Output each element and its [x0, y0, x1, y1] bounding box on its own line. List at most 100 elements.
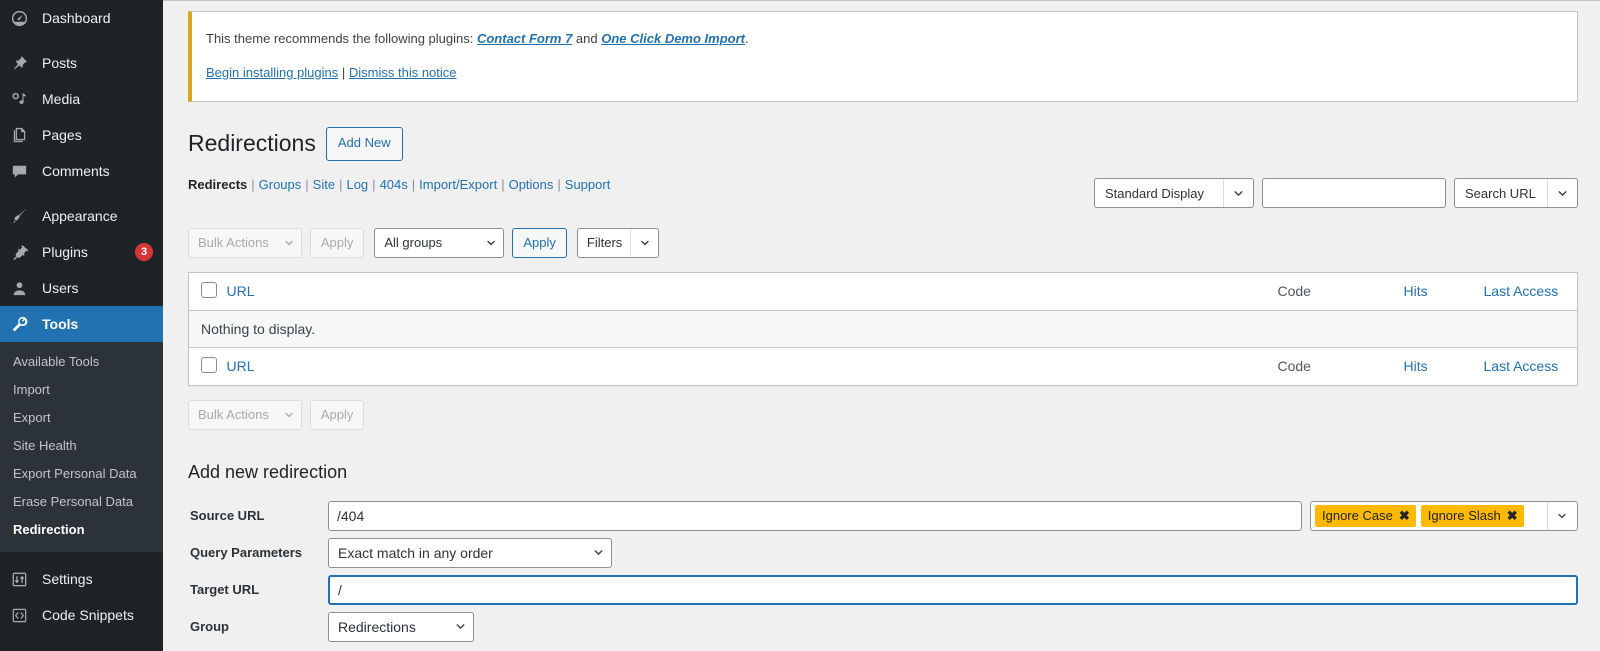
- sidebar-subitem-site-health[interactable]: Site Health: [0, 432, 163, 460]
- search-input[interactable]: [1262, 178, 1446, 208]
- subnav-site[interactable]: Site: [313, 177, 335, 192]
- column-url-top[interactable]: URL: [226, 272, 1278, 311]
- wp-admin-screen: Dashboard Posts Media Pages Comments App…: [0, 0, 1600, 651]
- column-last-access-top[interactable]: Last Access: [1483, 272, 1578, 311]
- column-url-label: URL: [226, 283, 255, 300]
- sidebar-item-label: Pages: [42, 127, 82, 143]
- close-icon[interactable]: ✖: [1399, 508, 1410, 524]
- group-filter-value: All groups: [384, 235, 443, 251]
- column-code-label: Code: [1277, 283, 1311, 300]
- sidebar-item-settings[interactable]: Settings: [0, 561, 163, 597]
- sidebar-item-plugins[interactable]: Plugins 3: [0, 234, 163, 270]
- notice-text-before: This theme recommends the following plug…: [206, 31, 477, 46]
- sidebar-subitem-available-tools[interactable]: Available Tools: [0, 348, 163, 376]
- wrench-icon: [10, 314, 36, 334]
- subnav-import-export[interactable]: Import/Export: [419, 177, 497, 192]
- apply-button-bottom[interactable]: Apply: [309, 399, 365, 430]
- sidebar-item-users[interactable]: Users: [0, 270, 163, 306]
- contact-form-7-link[interactable]: Contact Form 7: [477, 31, 572, 46]
- subnav-support[interactable]: Support: [565, 177, 611, 192]
- column-last-access-label: Last Access: [1483, 283, 1559, 300]
- comments-icon: [10, 161, 36, 181]
- chevron-down-icon: [454, 620, 467, 633]
- subnav-divider: |: [339, 176, 343, 192]
- query-parameters-select[interactable]: Exact match in any order: [328, 537, 612, 568]
- bulk-actions-select-bottom[interactable]: Bulk Actions: [188, 399, 302, 430]
- column-url-bottom[interactable]: URL: [226, 346, 1278, 386]
- sidebar-subitem-redirection[interactable]: Redirection: [0, 516, 163, 544]
- sidebar-item-code-snippets[interactable]: Code Snippets: [0, 597, 163, 633]
- dismiss-this-notice-link[interactable]: Dismiss this notice: [349, 65, 457, 80]
- sidebar-subitem-export-personal-data[interactable]: Export Personal Data: [0, 460, 163, 488]
- sidebar-subitem-export[interactable]: Export: [0, 404, 163, 432]
- subnav-options[interactable]: Options: [509, 177, 554, 192]
- column-last-access-bottom[interactable]: Last Access: [1483, 346, 1578, 386]
- chevron-down-icon: [277, 237, 301, 249]
- sidebar-subitem-import[interactable]: Import: [0, 376, 163, 404]
- table-empty-row: Nothing to display.: [188, 310, 1578, 348]
- table-nav-top: Bulk Actions Apply All groups Apply Filt…: [188, 227, 1578, 258]
- display-mode-select[interactable]: Standard Display: [1094, 178, 1254, 208]
- flag-ignore-slash[interactable]: Ignore Slash ✖: [1420, 504, 1524, 527]
- begin-installing-plugins-link[interactable]: Begin installing plugins: [206, 65, 338, 80]
- sidebar-item-posts[interactable]: Posts: [0, 45, 163, 81]
- apply-filter-button[interactable]: Apply: [512, 227, 567, 258]
- add-redirection-title: Add new redirection: [188, 461, 348, 482]
- column-code-bottom: Code: [1277, 346, 1404, 386]
- select-all-cell-top: [188, 272, 227, 311]
- sidebar-item-pages[interactable]: Pages: [0, 117, 163, 153]
- sidebar-item-dashboard[interactable]: Dashboard: [0, 0, 163, 36]
- sidebar-item-appearance[interactable]: Appearance: [0, 198, 163, 234]
- flag-label: Ignore Slash: [1427, 508, 1501, 524]
- sidebar-item-label: Code Snippets: [42, 607, 134, 623]
- notice-actions: Begin installing plugins | Dismiss this …: [206, 56, 1565, 90]
- column-hits-bottom[interactable]: Hits: [1403, 346, 1484, 386]
- bulk-actions-select-top[interactable]: Bulk Actions: [188, 227, 302, 258]
- notice-text-mid: and: [572, 31, 602, 46]
- select-all-checkbox-bottom[interactable]: [201, 356, 217, 373]
- subnav-divider: |: [372, 176, 376, 192]
- search-type-select[interactable]: Search URL: [1454, 178, 1578, 208]
- close-icon[interactable]: ✖: [1507, 508, 1518, 524]
- subnav-404s[interactable]: 404s: [380, 177, 408, 192]
- subnav-divider: |: [305, 176, 309, 192]
- flag-ignore-case[interactable]: Ignore Case ✖: [1315, 504, 1416, 527]
- source-url-label: Source URL: [190, 508, 265, 524]
- brush-icon: [10, 206, 36, 226]
- source-url-input[interactable]: [328, 500, 1302, 531]
- add-new-button[interactable]: Add New: [325, 127, 403, 161]
- sidebar-subitem-erase-personal-data[interactable]: Erase Personal Data: [0, 488, 163, 516]
- subnav-log[interactable]: Log: [346, 177, 368, 192]
- plug-icon: [10, 242, 36, 262]
- subnav-groups[interactable]: Groups: [259, 177, 302, 192]
- subnav-divider: |: [411, 176, 416, 192]
- sidebar-item-label: Users: [42, 280, 79, 296]
- select-all-checkbox-top[interactable]: [201, 281, 217, 298]
- group-select[interactable]: Redirections: [328, 611, 474, 642]
- sidebar-item-tools[interactable]: Tools: [0, 306, 163, 342]
- filters-select[interactable]: Filters: [576, 227, 660, 258]
- subnav-redirects[interactable]: Redirects: [188, 177, 247, 192]
- source-flags-field[interactable]: Ignore Case ✖ Ignore Slash ✖: [1310, 500, 1578, 531]
- column-hits-label: Hits: [1403, 358, 1428, 375]
- group-filter-select[interactable]: All groups: [374, 227, 505, 258]
- column-hits-top[interactable]: Hits: [1403, 272, 1484, 311]
- top-divider: [163, 0, 1600, 1]
- media-icon: [10, 89, 36, 109]
- code-icon: [10, 605, 36, 625]
- apply-button-top[interactable]: Apply: [309, 227, 365, 258]
- target-url-input[interactable]: [328, 574, 1578, 605]
- group-label: Group: [190, 619, 229, 635]
- subnav-divider: |: [557, 176, 561, 192]
- one-click-demo-import-link[interactable]: One Click Demo Import: [601, 31, 745, 46]
- pages-icon: [10, 125, 36, 145]
- column-hits-label: Hits: [1403, 283, 1428, 300]
- table-header-row-bottom: URL Code Hits Last Access: [188, 346, 1578, 386]
- chevron-down-icon[interactable]: [1547, 501, 1575, 530]
- sidebar-item-media[interactable]: Media: [0, 81, 163, 117]
- sidebar-item-comments[interactable]: Comments: [0, 153, 163, 189]
- source-url-control: Ignore Case ✖ Ignore Slash ✖: [328, 500, 1578, 531]
- source-url-row: Source URL Ignore Case ✖ Ignore Slash ✖: [188, 500, 1578, 531]
- admin-sidebar: Dashboard Posts Media Pages Comments App…: [0, 0, 163, 651]
- user-icon: [10, 278, 36, 298]
